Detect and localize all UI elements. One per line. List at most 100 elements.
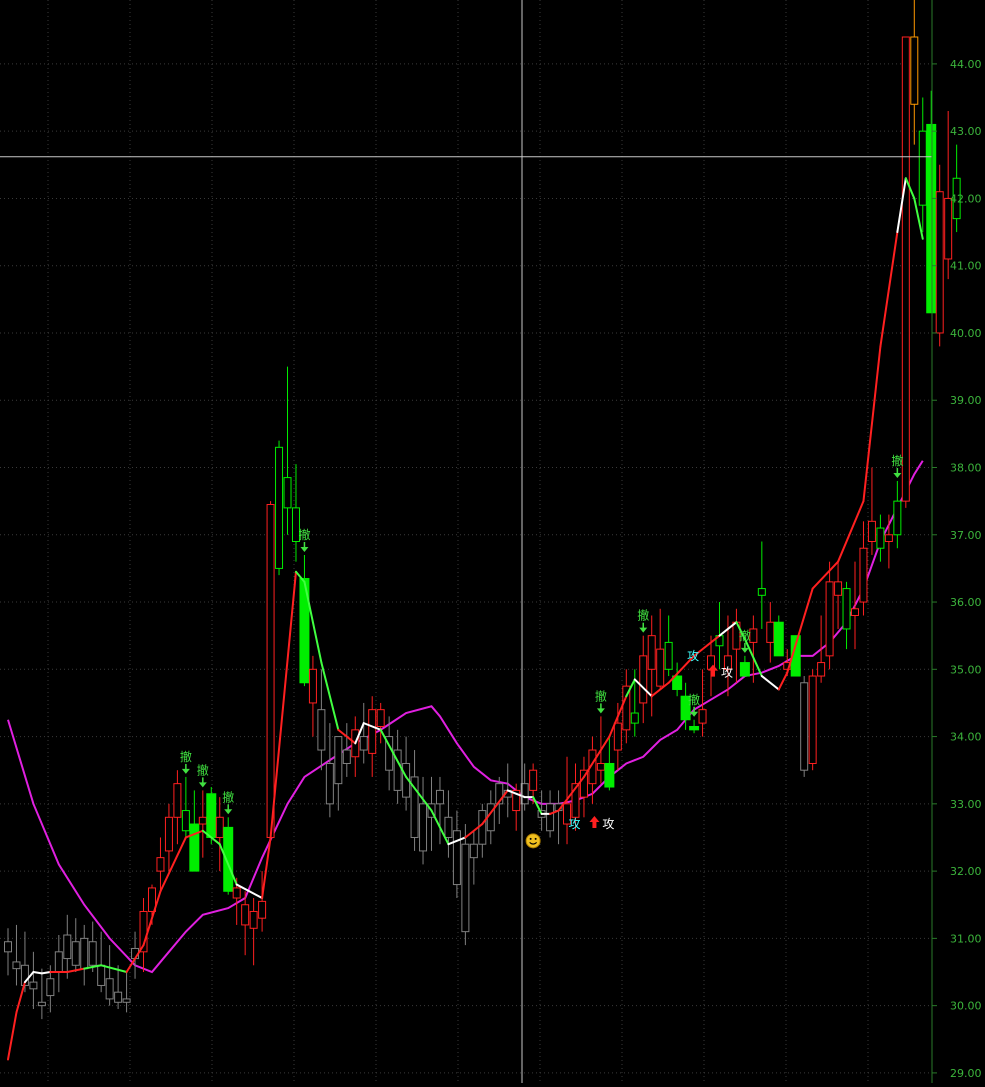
candle-body[interactable] — [325, 762, 334, 805]
candle-body[interactable] — [698, 709, 707, 724]
candle-body[interactable] — [910, 36, 919, 105]
candle-body[interactable] — [54, 951, 63, 973]
candle-body[interactable] — [630, 712, 639, 724]
candle-body[interactable] — [876, 527, 885, 549]
candle-body[interactable] — [435, 789, 444, 805]
price-tick-label: 35.00 — [950, 663, 982, 676]
candle-body[interactable] — [334, 736, 343, 785]
candle-body[interactable] — [189, 823, 200, 872]
price-tick-label: 41.00 — [950, 260, 982, 273]
candle-body[interactable] — [613, 722, 622, 751]
candle-body[interactable] — [749, 628, 758, 643]
candle-body[interactable] — [249, 910, 258, 929]
price-tick-label: 42.00 — [950, 192, 982, 205]
candle-body[interactable] — [604, 762, 615, 788]
candle-body[interactable] — [478, 810, 487, 845]
candle-body[interactable] — [817, 662, 826, 677]
candle-body[interactable] — [901, 36, 910, 502]
retreat-label: 撤 — [688, 692, 700, 707]
candle-body[interactable] — [215, 816, 224, 838]
smiley-icon — [525, 833, 541, 849]
candle-body[interactable] — [596, 762, 605, 771]
candle-body[interactable] — [859, 547, 868, 603]
candle-body[interactable] — [842, 588, 851, 630]
candle-body[interactable] — [461, 843, 470, 933]
candle-body[interactable] — [757, 588, 766, 596]
candle-body[interactable] — [376, 709, 385, 727]
candle-body[interactable] — [808, 675, 817, 764]
retreat-label: 撤 — [298, 527, 310, 542]
candle-body[interactable] — [469, 843, 478, 859]
candle-body[interactable] — [851, 608, 859, 616]
candle-body[interactable] — [156, 857, 165, 872]
candle-body[interactable] — [342, 749, 351, 764]
candle-body[interactable] — [29, 981, 38, 990]
price-tick-label: 39.00 — [950, 394, 982, 407]
candle-body[interactable] — [368, 709, 377, 754]
candle-body[interactable] — [12, 961, 21, 970]
candle-body[interactable] — [773, 621, 784, 657]
candle-body[interactable] — [926, 123, 937, 314]
price-tick-label: 36.00 — [950, 596, 982, 609]
candle-body[interactable] — [359, 736, 368, 751]
candle-body[interactable] — [918, 130, 927, 206]
retreat-label: 撤 — [180, 749, 192, 764]
candle-body[interactable] — [114, 991, 123, 1003]
retreat-label: 撤 — [197, 762, 209, 777]
candle-body[interactable] — [88, 941, 97, 966]
ma-fast-segment — [32, 971, 43, 975]
candle-body[interactable] — [283, 477, 292, 509]
candle-body[interactable] — [766, 621, 775, 643]
candle-body[interactable] — [275, 446, 284, 569]
candle-body[interactable] — [198, 816, 207, 825]
candle-body[interactable] — [884, 534, 893, 543]
candle-body[interactable] — [97, 964, 106, 986]
candle-body[interactable] — [63, 934, 72, 960]
candle-body[interactable] — [834, 581, 843, 596]
retreat-label: 撤 — [637, 608, 649, 623]
candle-body[interactable] — [232, 887, 241, 899]
chart-canvas[interactable]: 撤撤撤撤撤撤撤撤撤攻 攻攻攻 29.0030.0031.0032.0033.003… — [0, 0, 985, 1083]
candle-body[interactable] — [689, 725, 700, 731]
candle-body[interactable] — [444, 816, 453, 838]
price-tick-label: 29.00 — [950, 1067, 982, 1080]
candle-body[interactable] — [739, 662, 750, 677]
candle-body[interactable] — [656, 648, 665, 687]
candle-body[interactable] — [206, 793, 217, 838]
candle-body[interactable] — [173, 783, 182, 818]
candle-body[interactable] — [944, 197, 953, 260]
attack-label: 攻 — [721, 666, 733, 680]
candle-body[interactable] — [419, 803, 428, 852]
candle-body[interactable] — [317, 709, 326, 751]
price-tick-label: 37.00 — [950, 529, 982, 542]
candle-body[interactable] — [546, 803, 555, 832]
candle-body[interactable] — [181, 810, 190, 832]
candle-body[interactable] — [4, 941, 12, 953]
candle-body[interactable] — [529, 769, 538, 791]
candle-body[interactable] — [71, 941, 80, 966]
candle-body[interactable] — [46, 978, 55, 997]
candle-body[interactable] — [266, 504, 275, 838]
price-tick-label: 30.00 — [950, 1000, 982, 1013]
candle-body[interactable] — [80, 937, 89, 970]
price-tick-label: 31.00 — [950, 932, 982, 945]
candle-body[interactable] — [308, 668, 317, 704]
candle-body[interactable] — [664, 641, 673, 670]
candle-body[interactable] — [639, 655, 648, 704]
candle-body[interactable] — [122, 998, 131, 1003]
candle-body[interactable] — [647, 635, 656, 670]
candle-body[interactable] — [37, 1001, 46, 1007]
retreat-label: 撤 — [595, 688, 607, 703]
candle-body[interactable] — [800, 682, 809, 771]
candle-body[interactable] — [164, 816, 173, 852]
candle-body[interactable] — [893, 500, 902, 536]
candle-body[interactable] — [105, 978, 114, 1000]
candle-body[interactable] — [935, 191, 944, 334]
candle-body[interactable] — [258, 900, 267, 919]
price-tick-label: 38.00 — [950, 462, 982, 475]
candle-body[interactable] — [867, 520, 876, 543]
smiley-eye-icon — [534, 837, 537, 840]
candle-body[interactable] — [241, 904, 250, 926]
candle-body[interactable] — [825, 581, 834, 657]
candlestick-chart[interactable]: 撤撤撤撤撤撤撤撤撤攻攻攻攻 29.00 30.00 31.00 32.00 33.00 3… — [0, 0, 985, 1083]
